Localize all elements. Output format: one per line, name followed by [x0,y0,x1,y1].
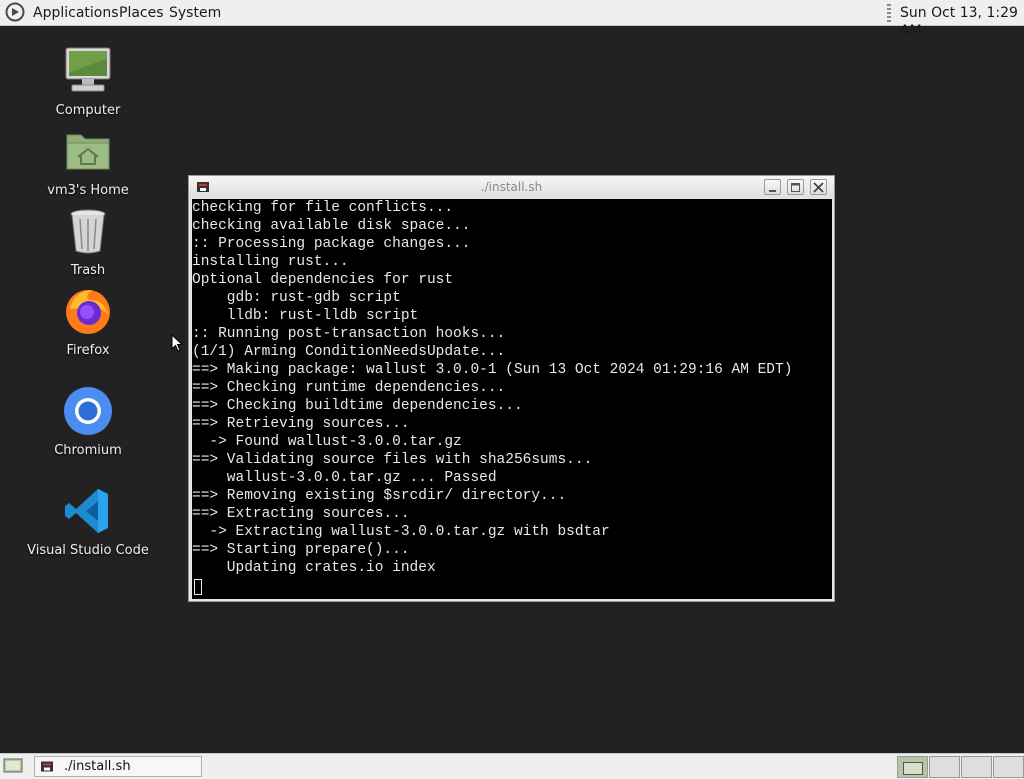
workspace-1[interactable] [897,756,928,778]
places-menu[interactable]: Places [119,4,164,22]
desktop-icon-label: Visual Studio Code [27,543,149,558]
distro-logo-icon[interactable] [5,2,25,22]
trash-icon [70,209,106,254]
system-menu[interactable]: System [169,4,221,22]
vscode-icon [65,489,108,533]
terminal-body[interactable]: checking for file conflicts... checking … [192,199,832,599]
desktop-icon-chromium[interactable]: Chromium [23,385,153,458]
terminal-output: checking for file conflicts... checking … [192,200,793,576]
close-icon [813,182,824,193]
maximize-button[interactable] [787,179,804,195]
computer-icon [65,47,111,92]
desktop-icon-label: Firefox [66,343,110,358]
applications-menu[interactable]: Applications [33,4,119,22]
workspace-2[interactable] [929,756,960,778]
window-titlebar[interactable]: ./install.sh [189,176,834,198]
desktop-icon-label: Trash [70,263,106,278]
taskbar-item-install-sh[interactable]: ./install.sh [34,756,202,777]
maximize-icon [791,183,800,192]
firefox-icon [66,290,110,334]
terminal-cursor [194,579,202,595]
window-title: ./install.sh [480,180,543,194]
chromium-icon [64,387,112,435]
clock[interactable]: Sun Oct 13, 1:29 AM [900,4,1024,40]
desktop-icon-label: vm3's Home [47,183,129,198]
show-desktop-icon[interactable] [3,758,23,774]
home-folder-icon [66,134,110,170]
desktop-icon-label: Chromium [54,443,122,458]
bottom-panel: ./install.sh [0,753,1024,779]
desktop-icon-computer[interactable]: Computer [23,45,153,118]
mouse-pointer-icon [171,334,183,352]
workspace-3[interactable] [961,756,992,778]
taskbar-item-label: ./install.sh [64,759,131,774]
workspace-4[interactable] [993,756,1024,778]
desktop-icon-label: Computer [55,103,121,118]
panel-separator [887,4,891,22]
minimize-button[interactable] [764,179,781,195]
desktop-icon-firefox[interactable]: Firefox [23,285,153,358]
desktop-icon-trash[interactable]: Trash [23,205,153,278]
terminal-app-icon [41,761,53,772]
workspace-window-thumb [903,762,923,775]
top-panel: Applications Places System Sun Oct 13, 1… [0,0,1024,39]
terminal-window[interactable]: ./install.sh checking for file conflicts… [188,175,835,602]
desktop-icon-vscode[interactable]: Visual Studio Code [23,485,153,558]
minimize-icon [769,190,776,192]
close-button[interactable] [810,179,827,195]
desktop-icon-home[interactable]: vm3's Home [23,125,153,198]
